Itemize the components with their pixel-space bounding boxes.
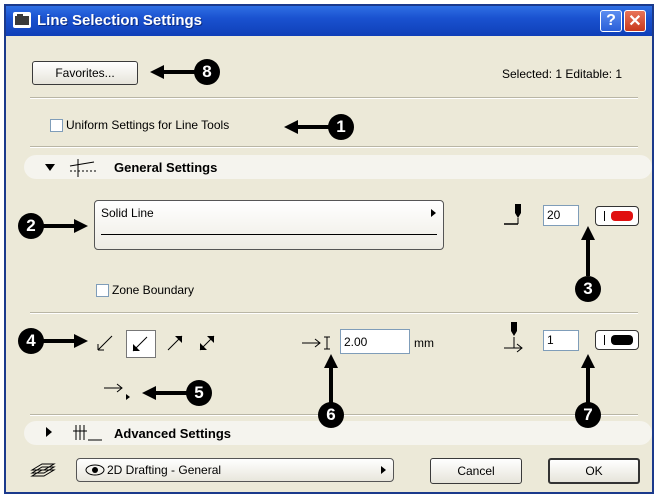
layer-selector[interactable]: 2D Drafting - General xyxy=(76,458,394,482)
chevron-right-icon xyxy=(381,466,386,474)
separator xyxy=(30,312,638,314)
advanced-settings-icon xyxy=(73,425,102,441)
callout-badge: 7 xyxy=(575,402,601,428)
line-type-name: Solid Line xyxy=(101,206,154,220)
callout-arrow-left xyxy=(142,386,188,400)
line-type-preview xyxy=(101,234,437,235)
callout-arrow-up xyxy=(324,354,338,404)
chevron-right-icon xyxy=(431,209,436,217)
arrowhead-pen-field[interactable]: 1 xyxy=(543,330,579,351)
arrowhead-pen-icon xyxy=(504,322,523,353)
callout-badge: 1 xyxy=(328,114,354,140)
cancel-button[interactable]: Cancel xyxy=(430,458,522,484)
callout-arrow-up xyxy=(581,354,595,404)
eye-icon xyxy=(85,464,105,476)
callout-badge: 5 xyxy=(186,380,212,406)
pen-color-button[interactable] xyxy=(595,206,639,226)
expand-triangle-icon[interactable] xyxy=(45,164,55,171)
ok-button[interactable]: OK xyxy=(548,458,640,484)
arrow-end-icon[interactable] xyxy=(164,332,186,354)
general-settings-icon xyxy=(69,159,96,177)
favorites-button[interactable]: Favorites... xyxy=(32,61,138,85)
close-button[interactable]: ✕ xyxy=(624,10,646,32)
collapse-triangle-icon[interactable] xyxy=(46,427,52,437)
zone-boundary-checkbox[interactable] xyxy=(96,284,109,297)
callout-badge: 8 xyxy=(194,59,220,85)
general-settings-title: General Settings xyxy=(114,160,218,175)
arrow-start-button[interactable] xyxy=(126,330,156,358)
divider xyxy=(604,211,605,221)
arrowhead-pen-color-swatch xyxy=(611,335,633,345)
layer-name: 2D Drafting - General xyxy=(107,463,222,477)
arrow-none-icon[interactable] xyxy=(94,332,116,354)
callout-arrow-right xyxy=(42,219,88,233)
window-title: Line Selection Settings xyxy=(37,12,203,29)
callout-arrow-left xyxy=(284,120,330,134)
arrow-start-icon xyxy=(132,336,148,352)
arrowhead-size-field[interactable]: 2.00 xyxy=(340,329,410,354)
line-type-selector[interactable]: Solid Line xyxy=(94,200,444,250)
arrow-both-icon[interactable] xyxy=(196,332,218,354)
help-button[interactable]: ? xyxy=(600,10,622,32)
arrowhead-pen-color-button[interactable] xyxy=(595,330,639,350)
arrowhead-size-unit: mm xyxy=(414,336,434,350)
uniform-settings-checkbox[interactable] xyxy=(50,119,63,132)
pen-color-swatch xyxy=(611,211,633,221)
arrowhead-size-icon xyxy=(302,336,330,350)
callout-badge: 4 xyxy=(18,328,44,354)
zone-boundary-label: Zone Boundary xyxy=(112,283,195,297)
line-tool-icon xyxy=(13,12,31,28)
callout-badge: 6 xyxy=(318,402,344,428)
title-bar[interactable]: Line Selection Settings ? ✕ xyxy=(6,6,652,36)
callout-arrow-right xyxy=(42,334,88,348)
layer-icon xyxy=(30,463,56,477)
callout-badge: 3 xyxy=(575,276,601,302)
separator xyxy=(30,146,638,148)
pen-icon xyxy=(504,204,521,225)
callout-arrow-up xyxy=(581,226,595,276)
callout-badge: 2 xyxy=(18,213,44,239)
callout-arrow-left xyxy=(150,65,196,79)
uniform-settings-label: Uniform Settings for Line Tools xyxy=(66,118,230,132)
pen-number-field[interactable]: 20 xyxy=(543,205,579,226)
arrowhead-style-icon[interactable] xyxy=(102,380,132,400)
advanced-settings-title: Advanced Settings xyxy=(114,426,232,441)
selection-status: Selected: 1 Editable: 1 xyxy=(502,67,623,81)
divider xyxy=(604,335,605,345)
separator xyxy=(30,97,638,99)
